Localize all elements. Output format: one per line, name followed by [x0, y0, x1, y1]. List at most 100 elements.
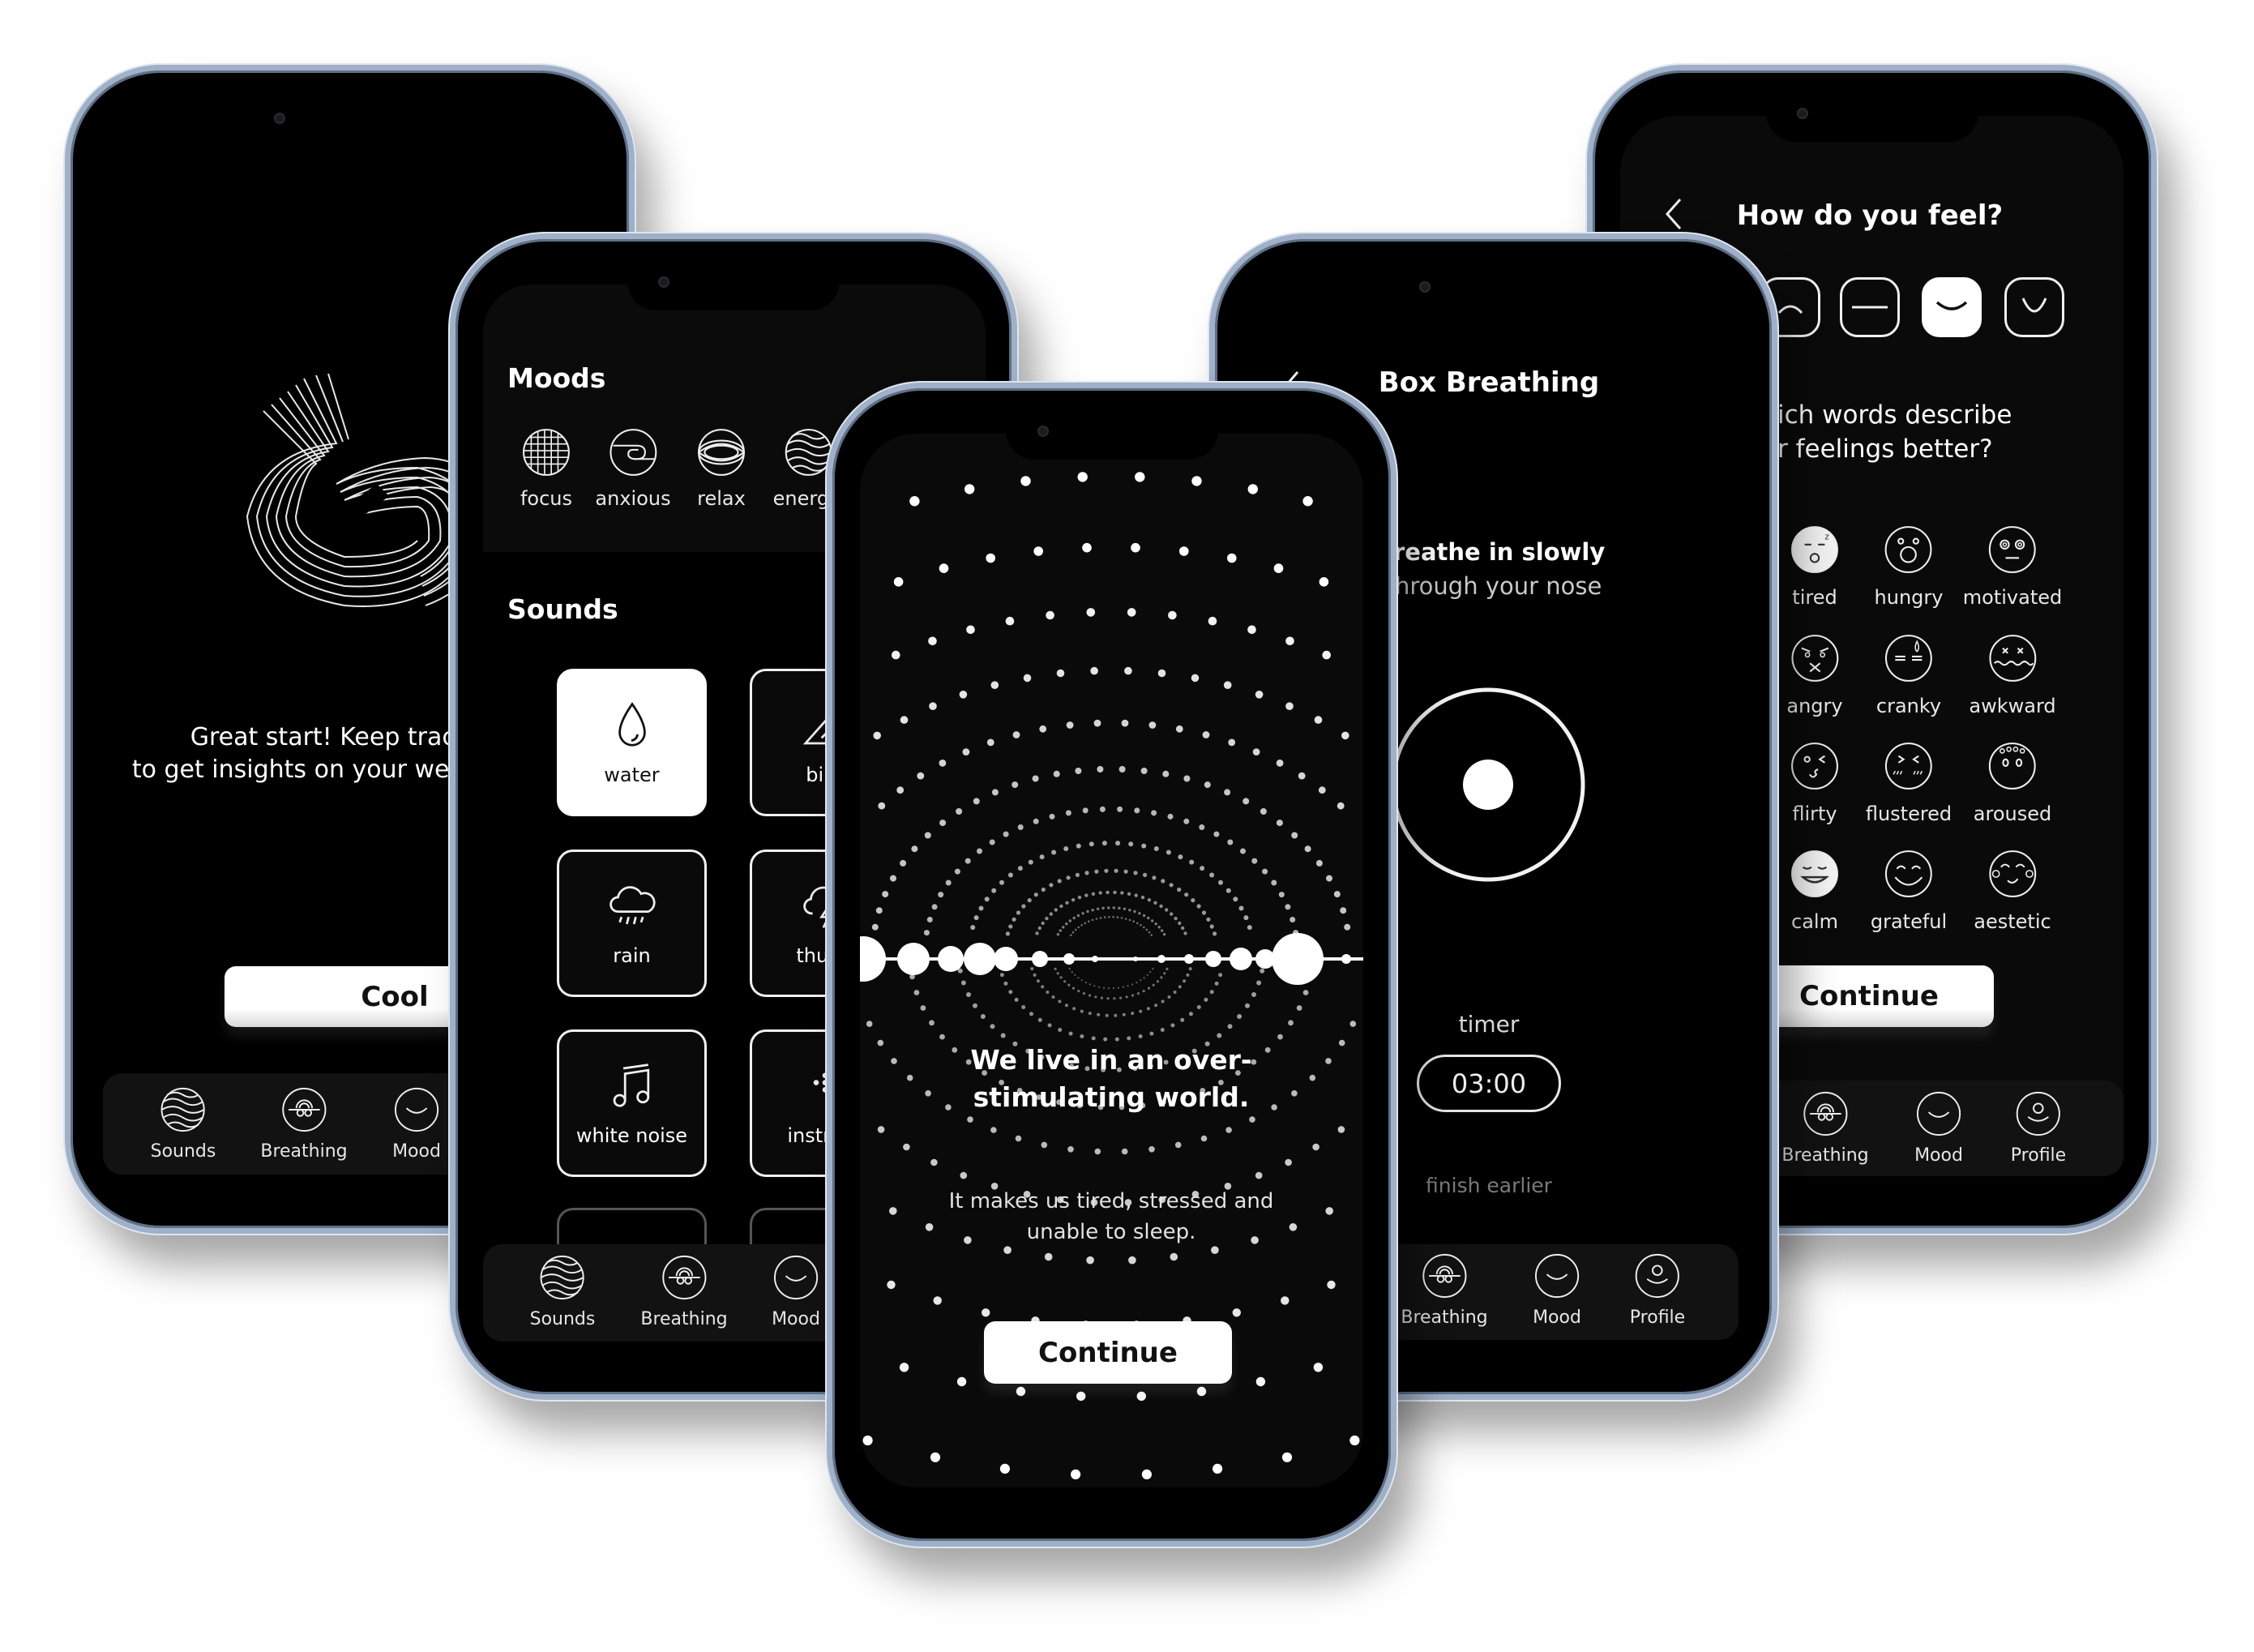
continue-button[interactable]: Continue	[1744, 965, 1994, 1027]
star-dot	[1178, 854, 1183, 860]
star-dot	[1196, 1386, 1207, 1397]
emotion-grateful[interactable]: grateful	[1871, 849, 1947, 933]
star-dot	[1088, 994, 1092, 997]
star-dot	[1106, 890, 1110, 895]
sound-tile-white-noise[interactable]: white noise	[557, 1029, 707, 1177]
star-dot	[1327, 1280, 1336, 1290]
star-dot	[978, 905, 984, 911]
star-dot	[1147, 916, 1150, 920]
onboarding-message-line1: Great start! Keep track	[190, 723, 470, 751]
mood-focus[interactable]: focus	[520, 427, 572, 510]
intro-heading-line1: We live in an over-	[970, 1044, 1252, 1076]
star-dot	[1075, 872, 1080, 877]
emotion-label: flirty	[1792, 802, 1837, 825]
mood-anxious[interactable]: anxious	[595, 427, 671, 510]
star-dot	[1189, 859, 1195, 865]
face-scale-neutral[interactable]	[1840, 277, 1900, 337]
emotion-hungry[interactable]: hungry	[1875, 524, 1943, 609]
star-dot	[1251, 992, 1256, 997]
face-scale-big-smile[interactable]	[2004, 277, 2064, 337]
star-dot	[1153, 901, 1157, 905]
sound-tile-water[interactable]: water	[557, 669, 707, 816]
mood-label: relax	[697, 487, 746, 510]
nav-breathing[interactable]: Breathing	[1401, 1252, 1488, 1328]
star-dot	[1057, 879, 1062, 884]
emotion-aroused[interactable]: aroused	[1974, 741, 2051, 825]
star-dot	[1047, 1023, 1052, 1028]
star-dot	[926, 917, 933, 922]
nav-breathing[interactable]: Breathing	[1781, 1090, 1869, 1166]
star-dot	[1285, 702, 1294, 710]
star-dot	[1114, 1037, 1119, 1042]
emotion-flustered[interactable]: flustered	[1866, 741, 1952, 825]
emotion-awkward[interactable]: awkward	[1969, 633, 2056, 717]
star-dot	[1148, 931, 1151, 934]
nav-mood[interactable]: Mood	[392, 1086, 441, 1162]
star-dot	[882, 891, 889, 898]
camera	[274, 113, 285, 124]
star-dot	[1120, 917, 1123, 919]
nav-mood[interactable]: Mood	[1533, 1252, 1581, 1328]
nav-profile[interactable]: Profile	[2011, 1090, 2066, 1166]
emotion-tired[interactable]: z tired	[1790, 524, 1840, 609]
star-dot	[1135, 472, 1145, 482]
star-dot	[1341, 731, 1349, 740]
star-dot	[1227, 1024, 1233, 1029]
nav-mood[interactable]: Mood	[772, 1254, 820, 1329]
emotion-cranky[interactable]: cranky	[1876, 633, 1941, 717]
star-dot	[980, 1014, 986, 1019]
emotion-flirty[interactable]: flirty	[1790, 741, 1840, 825]
nav-breathing[interactable]: Breathing	[640, 1254, 728, 1329]
star-dot	[1098, 986, 1101, 988]
emotion-aestetic[interactable]: aestetic	[1974, 849, 2051, 933]
mood-relax[interactable]: relax	[696, 427, 746, 510]
star-dot	[1033, 892, 1038, 897]
star-dot	[1105, 1013, 1109, 1017]
star-dot	[954, 868, 960, 875]
star-dot	[1016, 1386, 1026, 1397]
star-dot	[1218, 879, 1223, 885]
star-dot	[1138, 912, 1141, 915]
star-dot	[1049, 813, 1055, 820]
emotion-motivated[interactable]: motivated	[1963, 524, 2062, 609]
nav-mood[interactable]: Mood	[1914, 1090, 1963, 1166]
nav-breathing[interactable]: Breathing	[260, 1086, 348, 1162]
nav-sounds[interactable]: Sounds	[151, 1086, 216, 1162]
star-dot	[964, 484, 975, 494]
nav-breathing-label: Breathing	[260, 1141, 348, 1162]
star-dot	[1012, 731, 1020, 738]
face-scale-slight-smile[interactable]	[1922, 277, 1982, 337]
continue-button[interactable]: Continue	[984, 1321, 1232, 1384]
star-dot	[1298, 772, 1306, 780]
emotion-calm[interactable]: calm	[1790, 849, 1840, 933]
star-dot	[1340, 907, 1347, 914]
star-dot	[1175, 725, 1183, 733]
star-dot	[1084, 893, 1089, 897]
timer-pill[interactable]: 03:00	[1417, 1055, 1561, 1112]
angry-face-icon	[1791, 635, 1838, 682]
emotion-label: tired	[1792, 586, 1837, 609]
nav-profile[interactable]: Profile	[1630, 1252, 1685, 1328]
slight-smile-face-icon	[1935, 301, 1968, 310]
star-dot	[1114, 868, 1118, 873]
nav-sounds[interactable]: Sounds	[530, 1254, 595, 1329]
back-chevron-icon[interactable]	[1662, 196, 1685, 232]
star-dot	[1134, 807, 1140, 814]
star-dot	[871, 923, 879, 931]
star-dot	[1131, 542, 1140, 553]
finish-earlier-link[interactable]: finish earlier	[1426, 1175, 1552, 1196]
breathing-circle-icon	[1391, 687, 1585, 882]
star-dot	[1183, 979, 1187, 983]
star-dot	[1059, 904, 1063, 909]
emotion-angry[interactable]: angry	[1786, 633, 1843, 717]
star-dot	[1161, 879, 1165, 884]
star-dot	[1020, 476, 1031, 486]
sound-tile-rain[interactable]: rain	[557, 850, 707, 997]
star-dot	[999, 973, 1004, 978]
star-dot	[1086, 608, 1096, 617]
box-breathing-title: Box Breathing	[1378, 366, 1600, 399]
star-dot	[1223, 681, 1232, 689]
flirty-face-icon	[1791, 743, 1838, 790]
nav-mood-label: Mood	[1914, 1145, 1963, 1166]
sound-tile-label: water	[604, 764, 660, 786]
